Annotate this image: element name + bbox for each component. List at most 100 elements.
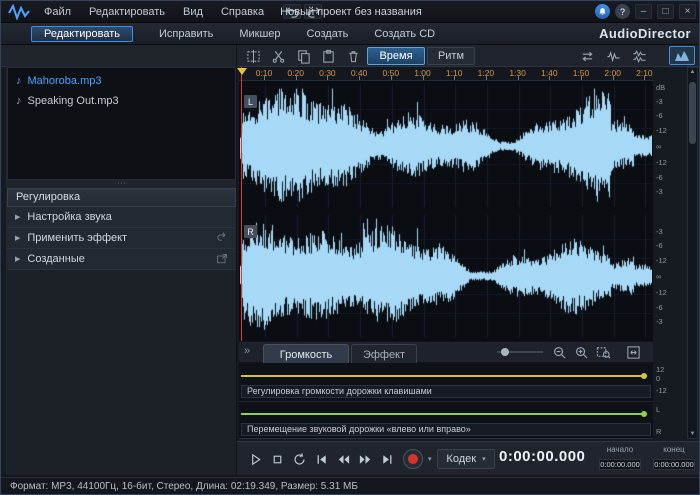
tab-repair[interactable]: Исправить [159, 28, 213, 40]
previous-button[interactable] [311, 449, 331, 469]
timeline-ruler[interactable]: 0:10 0:20 0:30 0:40 0:50 1:00 1:10 1:20 1:30 1:40… [239, 67, 653, 81]
waveform-display[interactable] [239, 81, 653, 341]
paste-icon[interactable] [320, 48, 337, 65]
zoom-out-icon[interactable] [551, 344, 568, 361]
db-label: ∞ [656, 272, 662, 281]
help-icon[interactable]: ? [615, 4, 630, 19]
swap-channels-icon[interactable] [579, 48, 596, 65]
scroll-up-icon[interactable]: ▲ [688, 69, 697, 75]
channel-badge-left: L [244, 95, 257, 108]
zoom-in-icon[interactable] [573, 344, 590, 361]
menu-view[interactable]: Вид [174, 1, 212, 23]
playhead-marker[interactable] [237, 68, 247, 75]
app-logo-icon [7, 4, 31, 20]
tab-create-cd[interactable]: Создать CD [374, 28, 435, 40]
ruler-tick [644, 76, 645, 80]
spectral-view-button[interactable] [669, 46, 695, 65]
section-produced[interactable]: ▶ Созданные [7, 249, 236, 270]
ruler-label: 1:00 [414, 68, 431, 78]
vertical-scrollbar[interactable]: ▲ ▼ [687, 67, 698, 439]
list-item[interactable]: ♪ Mahoroba.mp3 [8, 71, 235, 91]
maximize-button[interactable]: □ [657, 4, 674, 19]
ruler-label: 1:10 [445, 68, 463, 78]
time-view-button[interactable]: Время [367, 47, 425, 65]
volume-keyframe-dot[interactable] [641, 373, 647, 379]
start-value-field[interactable]: 0:00:00.000 [599, 459, 641, 470]
menu-file[interactable]: Файл [35, 1, 80, 23]
db-label: -3 [656, 97, 663, 106]
list-item[interactable]: ♪ Speaking Out.mp3 [8, 91, 235, 111]
menu-edit[interactable]: Редактировать [80, 1, 174, 23]
rewind-button[interactable] [333, 449, 353, 469]
fast-forward-button[interactable] [355, 449, 375, 469]
channel-badge-right: R [244, 225, 257, 238]
db-label: L [656, 405, 661, 414]
section-sound-settings[interactable]: ▶ Настройка звука [7, 207, 236, 228]
beat-view-button[interactable]: Ритм [427, 47, 475, 65]
tab-mixer[interactable]: Микшер [239, 28, 280, 40]
end-label: конец [663, 445, 685, 454]
chevron-right-icon: ▶ [15, 235, 21, 242]
chevron-down-icon: ▾ [482, 456, 486, 463]
record-button[interactable] [403, 449, 423, 469]
record-dot-icon [408, 454, 418, 464]
reset-effect-icon[interactable] [216, 232, 228, 244]
tab-produce[interactable]: Создать [307, 28, 349, 40]
play-button[interactable] [245, 449, 265, 469]
ruler-label: 0:10 [255, 68, 273, 78]
panel-splitter[interactable]: ⋯ [7, 179, 236, 188]
collapse-panel-icon[interactable]: » [244, 345, 250, 357]
tab-effect[interactable]: Эффект [351, 344, 417, 364]
tab-volume[interactable]: Громкость [263, 344, 349, 364]
scroll-down-icon[interactable]: ▼ [688, 431, 697, 437]
db-label: -3 [656, 227, 663, 236]
copy-icon[interactable] [295, 48, 312, 65]
window-controls: ? – □ × [595, 4, 696, 19]
waveform-view-icon[interactable] [605, 48, 622, 65]
ruler-label: 1:40 [541, 68, 558, 78]
range-select-icon[interactable] [245, 48, 262, 65]
db-label: -6 [656, 111, 663, 120]
minimize-button[interactable]: – [635, 4, 652, 19]
delete-icon[interactable] [345, 48, 362, 65]
chevron-right-icon: ▶ [15, 214, 21, 221]
pan-keyframe-dot[interactable] [641, 411, 647, 417]
adjustment-panel-body [7, 270, 236, 475]
close-button[interactable]: × [679, 4, 696, 19]
section-label: Применить эффект [27, 232, 128, 244]
tab-edit[interactable]: Редактировать [31, 26, 133, 42]
cut-icon[interactable] [270, 48, 287, 65]
ruler-label: 2:10 [636, 68, 653, 78]
file-list: ♪ Mahoroba.mp3 ♪ Speaking Out.mp3 [7, 67, 236, 180]
db-label: -12 [656, 126, 667, 135]
db-label: 12 [656, 365, 665, 374]
menu-help[interactable]: Справка [212, 1, 273, 23]
waveform-left-channel[interactable] [240, 85, 652, 207]
library-panel: ♪ Mahoroba.mp3 ♪ Speaking Out.mp3 ⋯ Регу… [6, 45, 237, 476]
loop-button[interactable] [289, 449, 309, 469]
scrollbar-thumb[interactable] [689, 82, 696, 144]
fit-project-icon[interactable] [625, 344, 642, 361]
db-label: -12 [656, 288, 667, 297]
section-apply-effect[interactable]: ▶ Применить эффект [7, 228, 236, 249]
section-label: Настройка звука [27, 211, 112, 223]
stop-button[interactable] [267, 449, 287, 469]
waveform-right-channel[interactable] [240, 215, 652, 337]
next-button[interactable] [377, 449, 397, 469]
end-value-field[interactable]: 0:00:00.000 [653, 459, 695, 470]
music-note-icon: ♪ [16, 95, 22, 107]
chevron-down-icon[interactable]: ▾ [428, 455, 432, 463]
format-info: Формат: MP3, 44100Гц, 16-бит, Стерео, Дл… [10, 481, 358, 492]
dual-waveform-icon[interactable] [631, 48, 648, 65]
brand-logo: AudioDirector [599, 26, 691, 41]
pan-automation-line[interactable] [241, 413, 647, 415]
music-note-icon: ♪ [16, 75, 22, 87]
zoom-selection-icon[interactable] [595, 344, 612, 361]
open-produced-icon[interactable] [216, 253, 228, 265]
notification-bell-icon[interactable] [595, 4, 610, 19]
codec-button[interactable]: Кодек ▾ [437, 449, 495, 469]
ruler-tick [581, 76, 582, 80]
zoom-slider-handle[interactable] [501, 348, 509, 356]
volume-automation-line[interactable] [241, 375, 647, 377]
db-label: 0 [656, 374, 661, 383]
